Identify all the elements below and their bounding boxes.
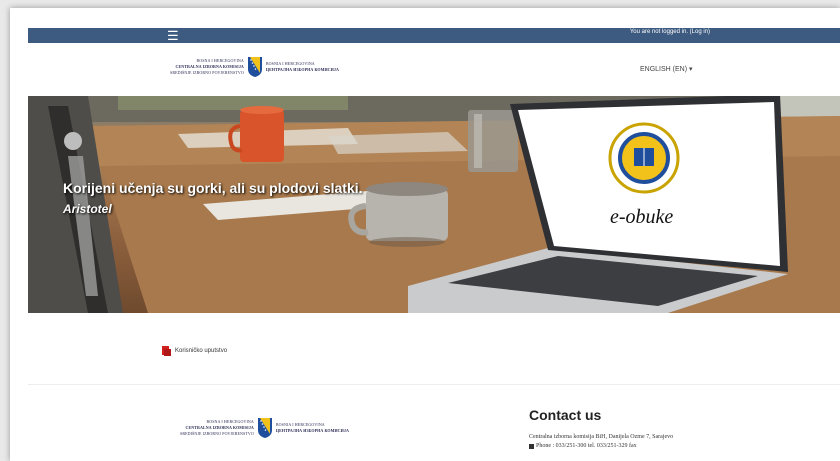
contact-address: Centralna izborna komisija BiH, Danijela… — [529, 434, 674, 440]
top-navigation-bar: ☰ You are not logged in. (Log in) — [28, 28, 840, 43]
pdf-icon — [162, 346, 171, 356]
manual-link-label[interactable]: Korisničko uputstvo — [175, 348, 227, 354]
login-status[interactable]: You are not logged in. (Log in) — [630, 29, 710, 35]
logo-line: SREDIŠNJE IZBORNO POVJERENSTVO — [180, 431, 254, 436]
bih-shield-icon — [247, 57, 262, 77]
footer-logo: BOSNA I HERCEGOVINA CENTRALNA IZBORNA KO… — [180, 418, 349, 438]
logo-text-right: BOSNIA I HERCEGOVINA ЦЕНТРАЛНА ИЗБОРНА К… — [276, 422, 349, 434]
contact-phone-text: Phone : 033/251-300 tel. 033/251-329 fax — [536, 443, 637, 449]
bih-shield-icon — [257, 418, 272, 438]
logo-line: SREDIŠNJE IZBORNO POVJERENSTVO — [170, 70, 244, 75]
contact-title: Contact us — [529, 407, 602, 423]
hamburger-icon[interactable]: ☰ — [167, 29, 179, 42]
manual-link[interactable]: Korisničko uputstvo — [162, 346, 227, 356]
language-selector[interactable]: ENGLISH (EN) ▾ — [640, 65, 693, 73]
phone-icon — [529, 443, 534, 449]
logo-line: ЦЕНТРАЛНА ИЗБОРНА КОМИСИЈА — [275, 428, 349, 433]
hero-banner: e-obuke Korijeni učenja su gorki, ali su… — [28, 96, 840, 313]
hero-author: Aristotel — [63, 202, 112, 216]
logo-text-left: BOSNA I HERCEGOVINA CENTRALNA IZBORNA KO… — [180, 419, 254, 437]
site-logo[interactable]: BOSNA I HERCEGOVINA CENTRALNA IZBORNA KO… — [170, 57, 339, 77]
logo-text-right: BOSNIA I HERCEGOVINA ЦЕНТРАЛНА ИЗБОРНА К… — [266, 61, 339, 73]
hero-quote: Korijeni učenja su gorki, ali su plodovi… — [63, 180, 363, 196]
logo-line: ЦЕНТРАЛНА ИЗБОРНА КОМИСИЈА — [265, 67, 339, 72]
logo-text-left: BOSNA I HERCEGOVINA CENTRALNA IZBORNA KO… — [170, 58, 244, 76]
contact-phone: Phone : 033/251-300 tel. 033/251-329 fax — [529, 443, 637, 449]
hero-image — [28, 96, 840, 313]
footer-divider — [28, 384, 840, 385]
browser-window: ☰ You are not logged in. (Log in) BOSNA … — [10, 8, 840, 461]
screen-title: e-obuke — [610, 206, 674, 228]
